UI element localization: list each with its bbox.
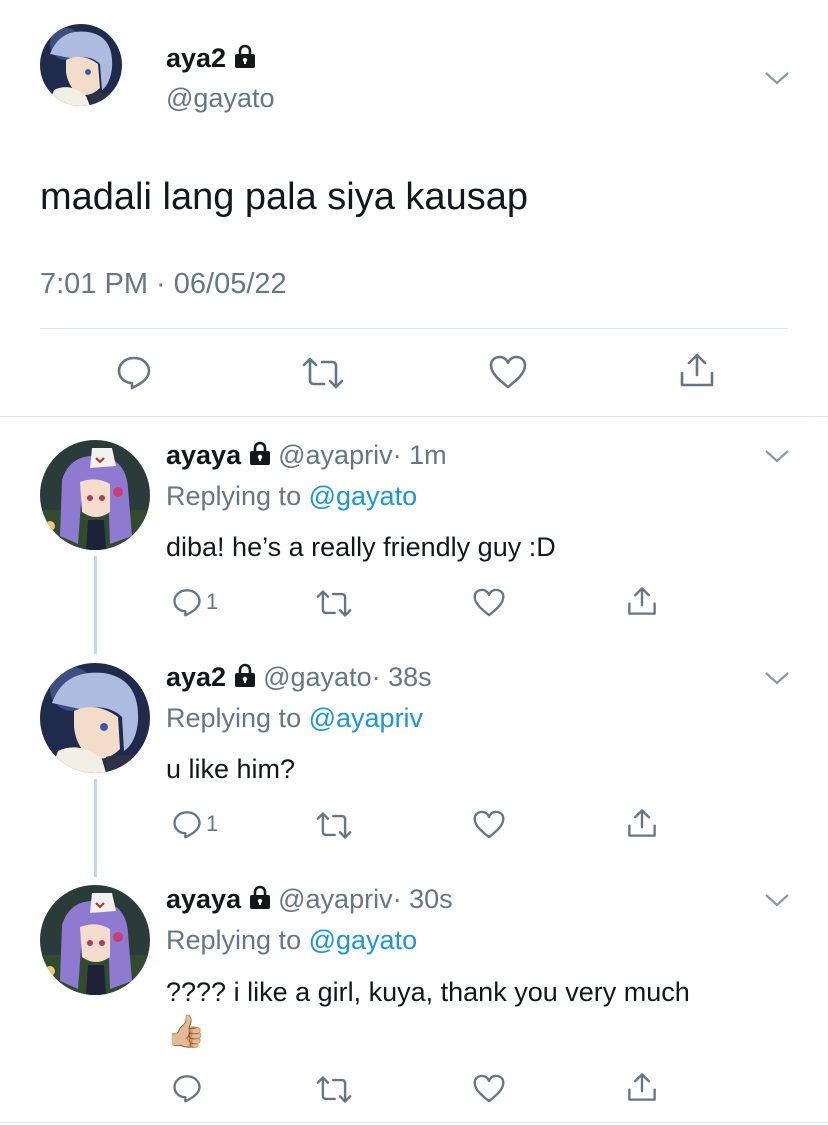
share-icon — [678, 351, 716, 389]
chevron-down-icon[interactable] — [764, 670, 790, 691]
main-timestamp: 7:01 PM · 06/05/22 — [40, 268, 287, 300]
like-button[interactable] — [473, 810, 505, 839]
thumbs-up-emoji: 👍🏼 — [166, 1013, 206, 1049]
lock-icon — [234, 44, 256, 75]
reply-button[interactable]: 1 — [172, 809, 218, 839]
retweet-button[interactable] — [302, 356, 344, 390]
main-display-name[interactable]: aya2 — [166, 43, 226, 73]
reply-1-time: · 1m — [392, 440, 447, 470]
like-button[interactable] — [489, 355, 527, 389]
reply-2-replying-prefix: Replying to — [166, 703, 302, 733]
retweet-icon — [316, 1075, 352, 1104]
chevron-down-icon[interactable] — [764, 448, 790, 469]
reply-3-replying-prefix: Replying to — [166, 925, 302, 955]
reply-1-replying-prefix: Replying to — [166, 481, 302, 511]
like-icon — [489, 355, 527, 389]
like-button[interactable] — [473, 1074, 505, 1103]
divider — [0, 1122, 828, 1123]
lock-icon — [234, 663, 256, 694]
share-icon — [626, 1071, 658, 1103]
share-button[interactable] — [626, 585, 658, 617]
share-button[interactable] — [626, 807, 658, 839]
main-tweet-text: madali lang pala siya kausap — [40, 176, 528, 218]
share-icon — [626, 807, 658, 839]
reply-count: 1 — [206, 811, 219, 836]
lock-icon — [249, 885, 271, 916]
reply-1-display-name[interactable]: ayaya — [166, 440, 241, 470]
reply-2-handle[interactable]: @gayato — [263, 662, 371, 692]
reply-3-time: · 30s — [392, 884, 453, 914]
like-icon — [473, 588, 505, 617]
divider — [40, 328, 788, 329]
retweet-icon — [302, 356, 344, 390]
reply-2-display-name[interactable]: aya2 — [166, 662, 226, 692]
lock-icon — [249, 441, 271, 472]
reply-icon — [116, 354, 152, 390]
avatar-reply-3[interactable] — [40, 885, 150, 995]
reply-3-handle[interactable]: @ayapriv — [278, 884, 392, 914]
reply-button[interactable] — [116, 354, 152, 390]
retweet-button[interactable] — [316, 589, 352, 618]
avatar-main[interactable] — [40, 24, 122, 106]
reply-3-text: ???? i like a girl, kuya, thank you very… — [166, 977, 690, 1007]
retweet-icon — [316, 589, 352, 618]
retweet-button[interactable] — [316, 811, 352, 840]
like-icon — [473, 810, 505, 839]
reply-icon — [172, 1073, 202, 1103]
reply-button[interactable] — [172, 1073, 202, 1103]
reply-2-replying-to-link[interactable]: @ayapriv — [309, 703, 423, 733]
avatar-reply-2[interactable] — [40, 663, 150, 773]
reply-count: 1 — [206, 589, 219, 614]
reply-1-text: diba! he’s a really friendly guy :D — [166, 532, 556, 562]
reply-3-display-name[interactable]: ayaya — [166, 884, 241, 914]
like-button[interactable] — [473, 588, 505, 617]
share-icon — [626, 585, 658, 617]
reply-2-time: · 38s — [371, 662, 432, 692]
chevron-down-icon[interactable] — [764, 892, 790, 913]
main-handle[interactable]: @gayato — [166, 83, 274, 114]
reply-3-replying-to-link[interactable]: @gayato — [309, 925, 417, 955]
reply-1-replying-to-link[interactable]: @gayato — [309, 481, 417, 511]
reply-2-text: u like him? — [166, 754, 296, 784]
chevron-down-icon[interactable] — [764, 70, 790, 91]
retweet-button[interactable] — [316, 1075, 352, 1104]
avatar-reply-1[interactable] — [40, 440, 150, 550]
reply-button[interactable]: 1 — [172, 587, 218, 617]
reply-icon — [172, 587, 202, 617]
reply-1-handle[interactable]: @ayapriv — [278, 440, 392, 470]
thread-line — [94, 556, 97, 654]
thread-line — [94, 779, 97, 877]
reply-icon — [172, 809, 202, 839]
share-button[interactable] — [678, 351, 716, 389]
like-icon — [473, 1074, 505, 1103]
share-button[interactable] — [626, 1071, 658, 1103]
retweet-icon — [316, 811, 352, 840]
divider — [0, 416, 828, 417]
